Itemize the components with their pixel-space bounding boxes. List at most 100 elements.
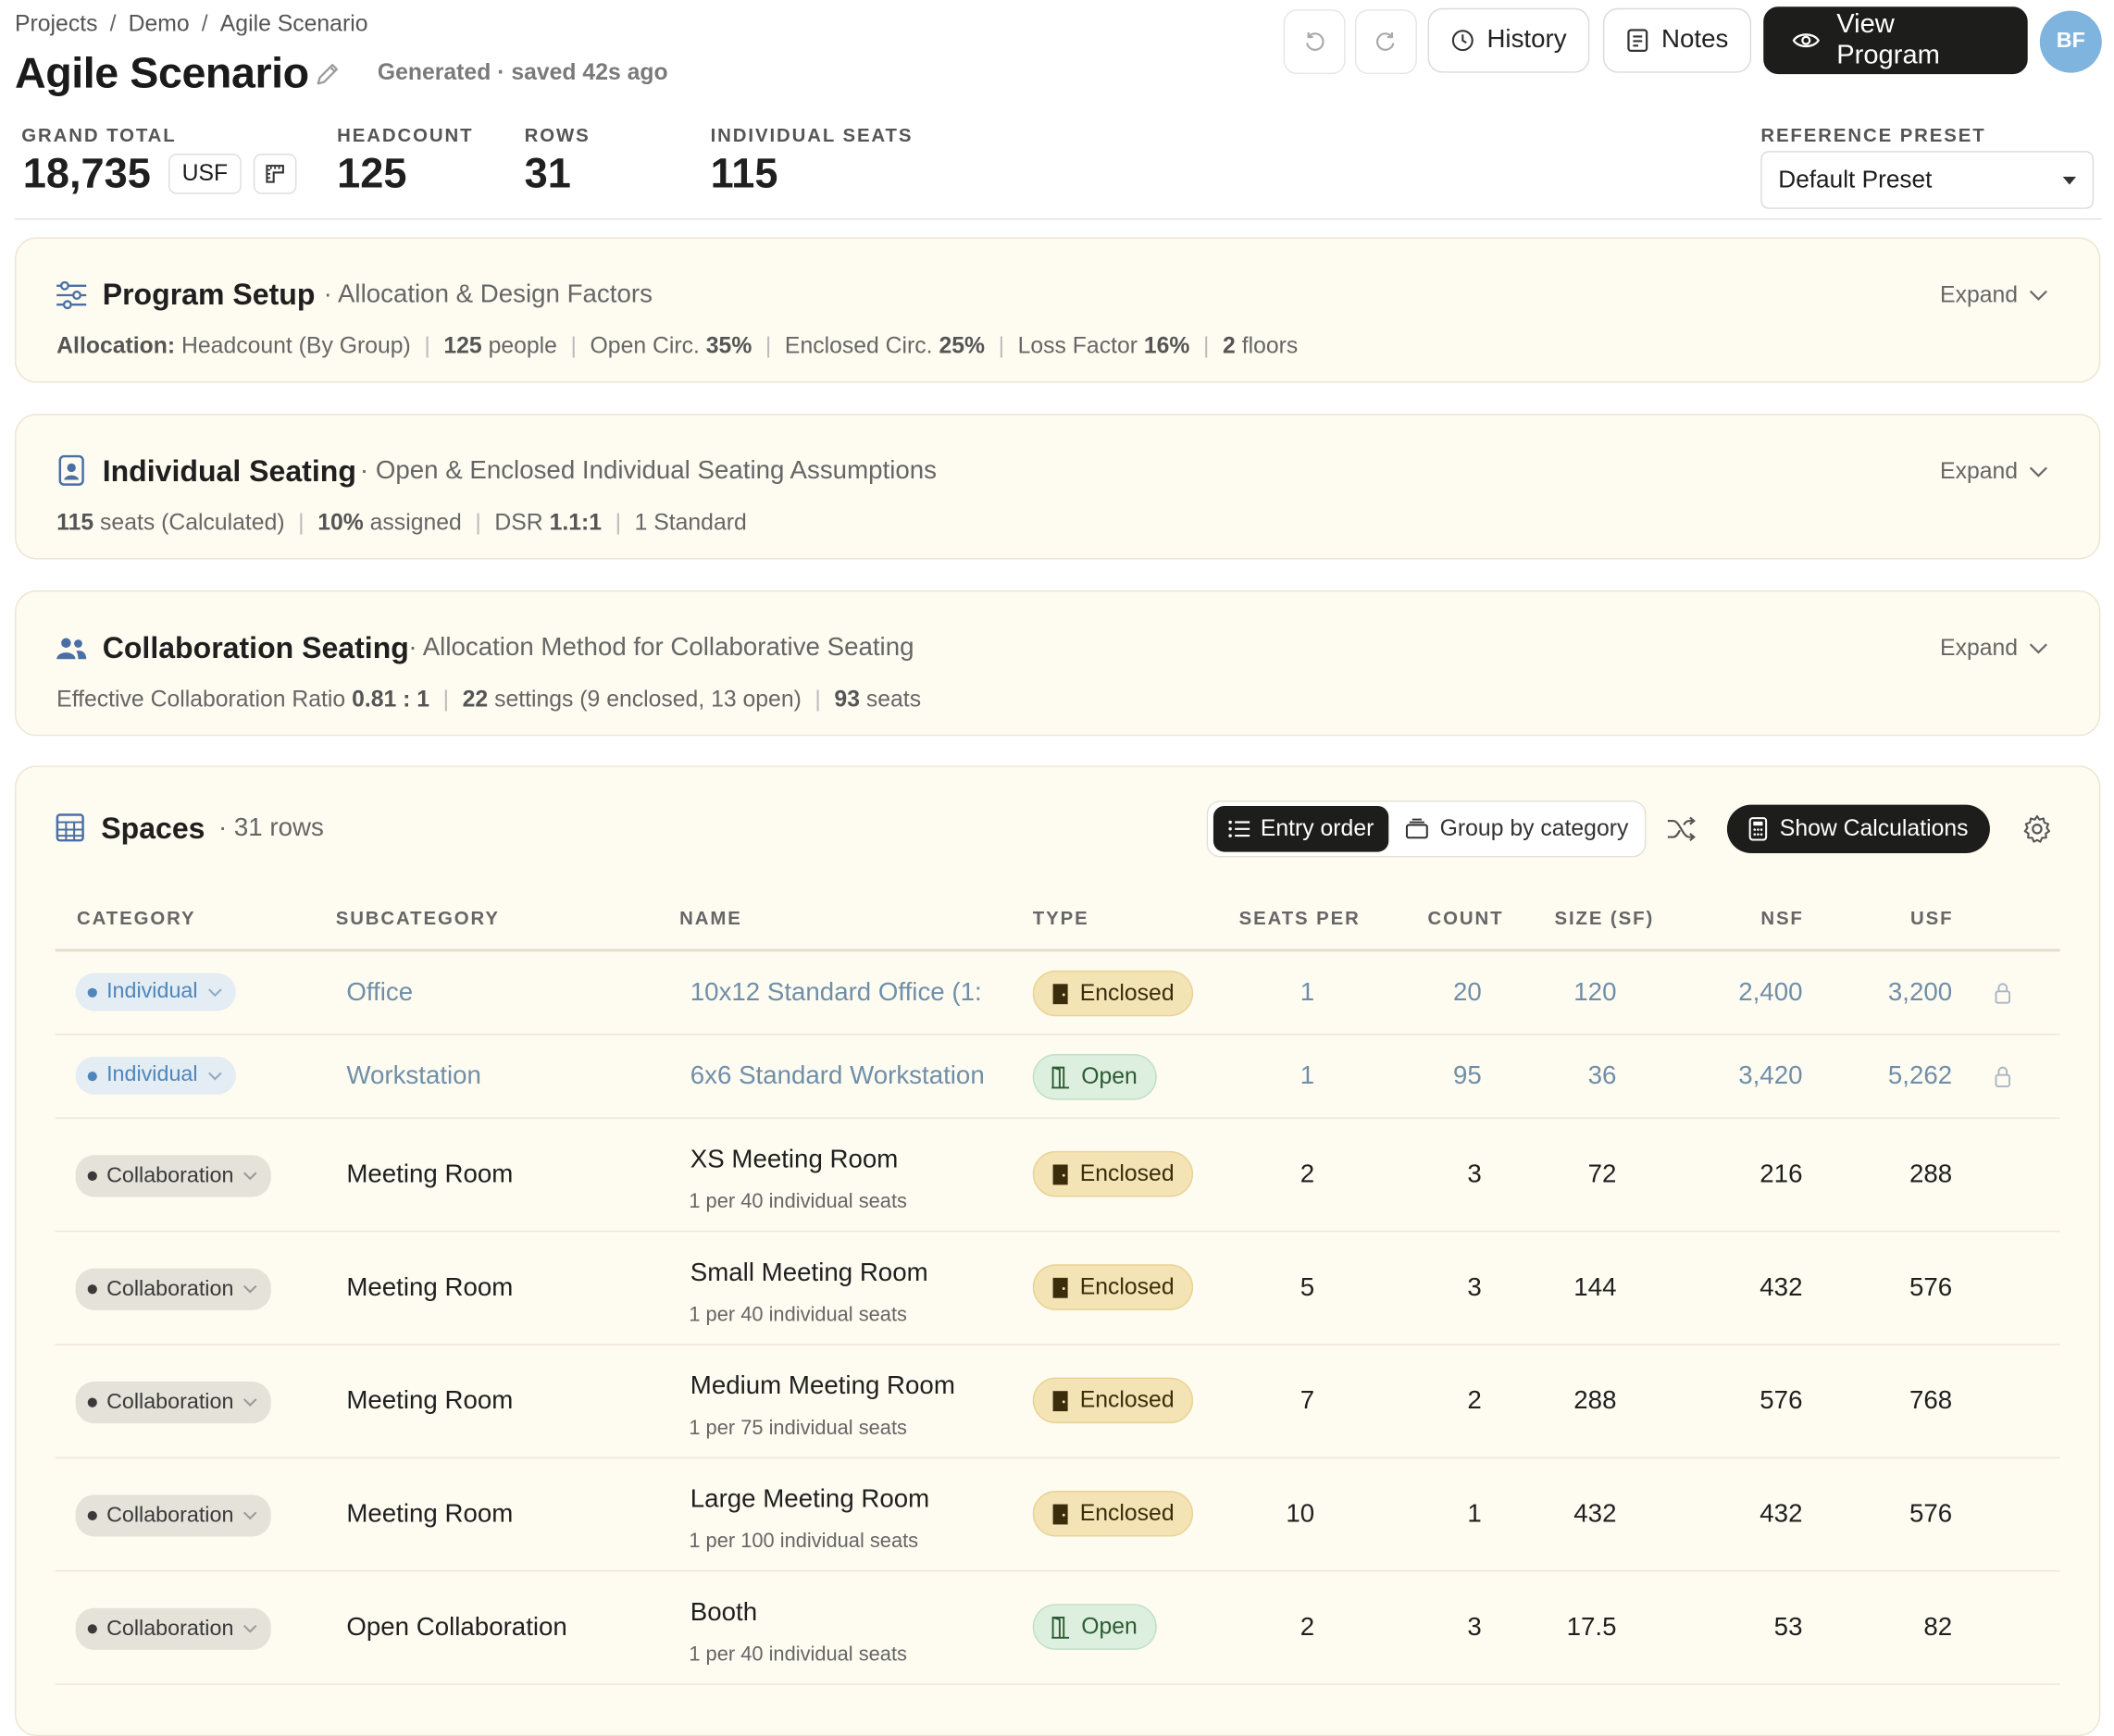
ruler-toggle[interactable] [253,154,297,194]
count-cell[interactable]: 2 [1417,1387,1481,1417]
reference-preset-select[interactable]: Default Preset [1760,151,2095,209]
subcategory-cell[interactable]: Open Collaboration [346,1614,566,1643]
name-cell[interactable]: 10x12 Standard Office (1: [690,978,985,1008]
seats-per-cell[interactable]: 7 [1269,1387,1314,1417]
col-subcategory[interactable]: SUBCATEGORY [336,907,500,928]
col-category[interactable]: CATEGORY [77,907,195,928]
show-calculations-button[interactable]: Show Calculations [1726,804,1990,854]
name-cell[interactable]: Booth [690,1599,757,1629]
category-select[interactable]: Collaboration [75,1155,272,1197]
subcategory-cell[interactable]: Office [346,978,413,1008]
shuffle-icon[interactable] [1666,815,1696,842]
redo-button[interactable] [1354,9,1417,75]
col-nsf[interactable]: NSF [1760,907,1803,928]
size-cell[interactable]: 432 [1538,1500,1616,1530]
type-badge[interactable]: Enclosed [1032,1264,1193,1310]
count-cell[interactable]: 3 [1417,1160,1481,1190]
edit-pencil-icon[interactable] [314,61,341,88]
count-cell[interactable]: 1 [1417,1500,1481,1530]
table-row[interactable]: Collaboration Meeting Room XS Meeting Ro… [55,1119,2060,1233]
type-badge[interactable]: Open [1032,1604,1157,1650]
size-cell[interactable]: 288 [1538,1387,1616,1417]
group-by-category-button[interactable]: Group by category [1405,806,1635,852]
col-type[interactable]: TYPE [1033,907,1089,928]
col-name[interactable]: NAME [679,907,742,928]
lock-icon[interactable] [1994,981,2011,1004]
size-cell[interactable]: 120 [1538,978,1616,1008]
type-label: Open [1081,1613,1138,1640]
category-select[interactable]: Collaboration [75,1268,272,1310]
col-seats-per[interactable]: SEATS PER [1239,907,1361,928]
category-select[interactable]: Collaboration [75,1494,272,1537]
subcategory-cell[interactable]: Workstation [346,1062,481,1092]
notes-button[interactable]: Notes [1602,7,1752,73]
dot-icon [87,1624,97,1634]
ruler-icon [266,165,284,183]
table-row[interactable]: Collaboration Open Collaboration Booth 1… [55,1571,2060,1685]
size-cell[interactable]: 17.5 [1538,1614,1617,1643]
nsf-cell: 216 [1760,1160,1803,1189]
program-setup-expand[interactable]: Expand [1940,281,2047,308]
table-row[interactable]: Individual Workstation 6x6 Standard Work… [55,1035,2060,1119]
size-cell[interactable]: 36 [1538,1062,1617,1092]
collaboration-seating-expand[interactable]: Expand [1940,635,2047,662]
seats-per-cell[interactable]: 5 [1269,1273,1314,1303]
category-select[interactable]: Collaboration [75,1607,272,1650]
subcategory-cell[interactable]: Meeting Room [346,1387,513,1417]
seats-per-cell[interactable]: 10 [1269,1500,1314,1530]
category-select[interactable]: Individual [75,1056,236,1095]
breadcrumb-projects[interactable]: Projects [15,11,97,37]
type-badge[interactable]: Enclosed [1032,970,1193,1017]
count-cell[interactable]: 95 [1417,1062,1482,1092]
name-cell[interactable]: Small Meeting Room [690,1259,928,1288]
subcategory-cell[interactable]: Meeting Room [346,1273,513,1303]
undo-button[interactable] [1283,9,1346,75]
col-count[interactable]: COUNT [1428,907,1504,928]
size-cell[interactable]: 72 [1538,1160,1617,1190]
name-cell[interactable]: Medium Meeting Room [690,1372,955,1402]
table-row[interactable]: Collaboration Meeting Room Large Meeting… [55,1458,2060,1572]
type-label: Enclosed [1079,1160,1175,1186]
seats-per-cell[interactable]: 2 [1269,1160,1314,1190]
type-badge[interactable]: Open [1032,1054,1157,1100]
name-cell[interactable]: 6x6 Standard Workstation [690,1062,985,1092]
unit-toggle[interactable]: USF [168,154,242,194]
individual-seating-expand[interactable]: Expand [1940,458,2047,485]
table-row[interactable]: Individual Office 10x12 Standard Office … [55,951,2060,1035]
breadcrumb-demo[interactable]: Demo [129,11,190,37]
entry-order-button[interactable]: Entry order [1212,806,1389,852]
category-select[interactable]: Individual [75,973,236,1011]
table-row[interactable]: Collaboration Meeting Room Medium Meetin… [55,1345,2060,1459]
lock-icon[interactable] [1994,1065,2011,1088]
subcategory-cell[interactable]: Meeting Room [346,1160,513,1190]
individual-seating-summary: 115 seats (Calculated) | 10% assigned | DSR … [56,509,747,536]
chevron-down-icon [243,1172,257,1181]
people-icon [56,638,87,660]
nsf-cell: 53 [1773,1613,1803,1643]
type-badge[interactable]: Enclosed [1032,1377,1193,1424]
count-cell[interactable]: 3 [1417,1273,1481,1303]
collab-seats-count: 93 [834,686,860,713]
name-cell[interactable]: Large Meeting Room [690,1485,929,1515]
type-badge[interactable]: Enclosed [1032,1490,1193,1537]
history-button[interactable]: History [1427,7,1590,73]
expand-label: Expand [1940,458,2019,484]
count-cell[interactable]: 20 [1417,978,1482,1008]
seats-per-cell[interactable]: 1 [1269,1062,1314,1092]
size-cell[interactable]: 144 [1538,1273,1616,1303]
count-cell[interactable]: 3 [1417,1614,1481,1643]
col-usf[interactable]: USF [1910,907,1953,928]
table-row[interactable]: Collaboration Meeting Room Small Meeting… [55,1232,2060,1345]
gear-icon[interactable] [2022,814,2052,844]
name-cell[interactable]: XS Meeting Room [690,1146,899,1175]
category-select[interactable]: Collaboration [75,1382,272,1424]
chevron-down-icon [2029,643,2047,654]
seats-per-cell[interactable]: 2 [1269,1614,1314,1643]
chevron-down-icon [2029,466,2047,477]
view-program-button[interactable]: View Program [1763,6,2028,75]
seats-per-cell[interactable]: 1 [1269,978,1314,1008]
col-size[interactable]: SIZE (SF) [1554,907,1654,928]
type-badge[interactable]: Enclosed [1032,1150,1193,1197]
user-avatar[interactable]: BF [2039,10,2102,73]
subcategory-cell[interactable]: Meeting Room [346,1500,513,1530]
